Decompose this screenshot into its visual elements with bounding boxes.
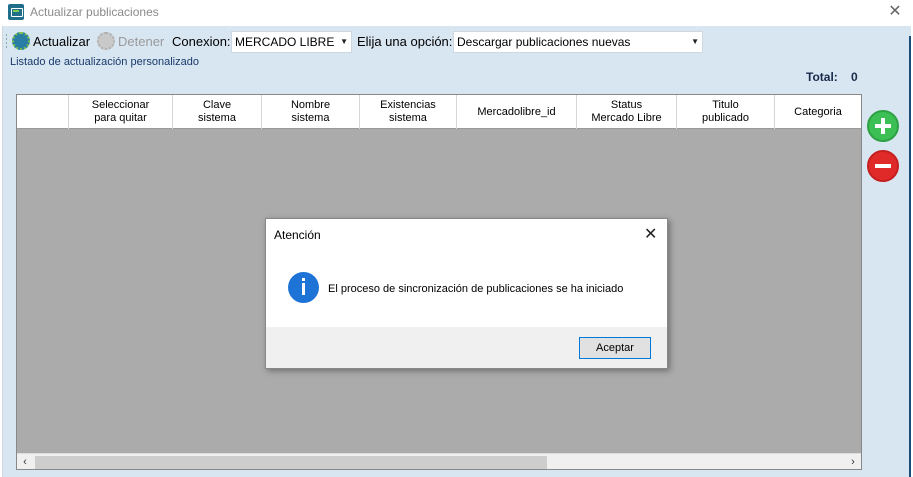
- total-value: 0: [851, 70, 858, 84]
- conexion-label: Conexion:: [172, 33, 231, 49]
- close-icon[interactable]: ✕: [644, 224, 657, 244]
- opcion-value: Descargar publicaciones nuevas: [457, 35, 631, 49]
- remove-button[interactable]: [867, 150, 899, 182]
- scroll-thumb[interactable]: [35, 456, 547, 469]
- app-icon: [8, 4, 24, 20]
- detener-button[interactable]: Detener: [97, 31, 164, 51]
- grid-header: Seleccionar para quitar Clave sistema No…: [17, 95, 861, 129]
- actualizar-label: Actualizar: [33, 33, 91, 49]
- gear-icon: [12, 32, 30, 50]
- column-header-mercadolibre-id[interactable]: Mercadolibre_id: [457, 95, 577, 129]
- dialog-message: El proceso de sincronización de publicac…: [328, 283, 624, 295]
- column-header-titulo[interactable]: Titulo publicado: [677, 95, 775, 129]
- window-edge: [909, 36, 911, 477]
- title-bar: Actualizar publicaciones ✕: [0, 0, 913, 26]
- total-label: Total:: [806, 70, 838, 84]
- window-title: Actualizar publicaciones: [30, 5, 159, 19]
- client-area: Actualizar Detener Conexion: MERCADO LIB…: [2, 26, 911, 477]
- column-header-status[interactable]: Status Mercado Libre: [577, 95, 677, 129]
- dialog-footer: Aceptar: [266, 327, 667, 368]
- toolbar-grip[interactable]: [5, 33, 8, 49]
- actualizar-button[interactable]: Actualizar: [12, 31, 90, 51]
- chevron-down-icon: ▼: [340, 37, 348, 46]
- detener-label: Detener: [118, 33, 165, 49]
- column-header-clave[interactable]: Clave sistema: [173, 95, 262, 129]
- attention-dialog: Atención ✕ El proceso de sincronización …: [265, 218, 668, 369]
- column-header-categoria[interactable]: Categoria: [775, 95, 861, 129]
- dialog-title: Atención: [274, 228, 321, 242]
- remove-icon: [875, 164, 891, 168]
- opcion-label: Elija una opción:: [357, 33, 453, 49]
- column-header-nombre[interactable]: Nombre sistema: [262, 95, 360, 129]
- main-window: Actualizar publicaciones ✕ Actualizar De…: [0, 0, 913, 477]
- column-header-existencias[interactable]: Existencias sistema: [360, 95, 457, 129]
- gear-icon: [97, 32, 115, 50]
- toolbar: Actualizar Detener Conexion: MERCADO LIB…: [3, 28, 912, 54]
- accept-button[interactable]: Aceptar: [579, 337, 651, 359]
- add-button[interactable]: [867, 110, 899, 142]
- info-icon: [288, 272, 319, 303]
- scroll-right-icon[interactable]: ›: [845, 454, 861, 469]
- conexion-select[interactable]: MERCADO LIBRE ▼: [231, 31, 352, 53]
- opcion-select[interactable]: Descargar publicaciones nuevas ▼: [453, 31, 703, 53]
- conexion-value: MERCADO LIBRE: [235, 35, 335, 49]
- chevron-down-icon: ▼: [691, 37, 699, 46]
- horizontal-scrollbar[interactable]: ‹ ›: [17, 453, 861, 469]
- list-label: Listado de actualización personalizado: [10, 56, 199, 68]
- close-icon[interactable]: ✕: [884, 2, 906, 22]
- scroll-left-icon[interactable]: ‹: [17, 454, 33, 469]
- column-header-seleccionar[interactable]: Seleccionar para quitar: [69, 95, 173, 129]
- column-header-row-selector[interactable]: [17, 95, 69, 129]
